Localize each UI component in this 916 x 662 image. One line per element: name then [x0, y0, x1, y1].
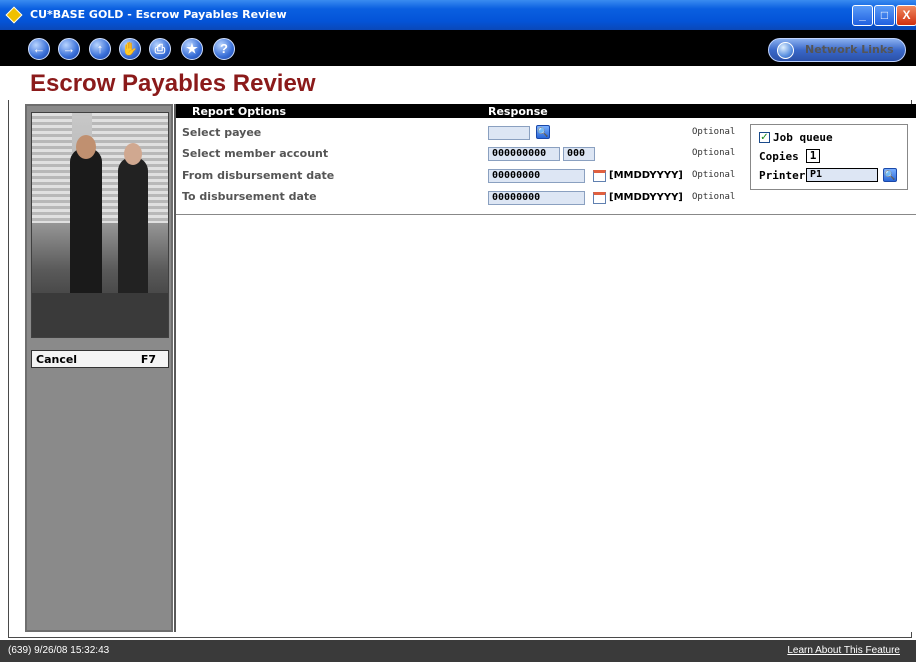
to-date-input[interactable]: 00000000: [488, 191, 585, 205]
favorite-icon[interactable]: ★: [181, 38, 203, 60]
help-icon[interactable]: ?: [213, 38, 235, 60]
from-date-optional: Optional: [692, 170, 736, 180]
page-header: Escrow Payables Review: [0, 66, 916, 102]
status-bar: (639) 9/26/08 15:32:43 Learn About This …: [0, 640, 916, 662]
status-timestamp: (639) 9/26/08 15:32:43: [8, 645, 110, 656]
maximize-button[interactable]: □: [874, 5, 895, 26]
payee-lookup-icon[interactable]: 🔍: [536, 125, 550, 139]
select-payee-label: Select payee: [182, 126, 262, 139]
divider: [176, 214, 916, 215]
response-header: Response: [488, 105, 548, 118]
cancel-label: Cancel: [36, 353, 78, 366]
conference-table: [32, 293, 168, 337]
network-links-label: Network Links: [805, 43, 894, 56]
window-blinds: [32, 113, 72, 223]
forward-icon[interactable]: →: [58, 38, 80, 60]
copies-input[interactable]: 1: [806, 149, 820, 163]
from-date-format: [MMDDYYYY]: [609, 170, 683, 181]
person-head: [124, 143, 142, 165]
to-date-format: [MMDDYYYY]: [609, 192, 683, 203]
payee-optional: Optional: [692, 127, 736, 137]
person-head: [76, 135, 96, 159]
form-header: Report Options Response: [176, 104, 916, 118]
window-title: CU*BASE GOLD - Escrow Payables Review: [30, 8, 287, 21]
page-title: Escrow Payables Review: [30, 70, 316, 97]
person-figure: [118, 157, 148, 297]
main-panel: Report Options Response Select payee 🔍 O…: [174, 104, 916, 632]
job-queue-checkbox[interactable]: ✓: [759, 132, 770, 143]
title-bar: CU*BASE GOLD - Escrow Payables Review _ …: [0, 0, 916, 30]
stop-icon[interactable]: ✋: [119, 38, 141, 60]
toolbar: ← → ↑ ✋ ⎙ ★ ? Network Links: [0, 30, 916, 66]
copies-label: Copies: [759, 150, 799, 163]
select-member-account-label: Select member account: [182, 147, 329, 160]
report-options-header: Report Options: [192, 105, 287, 118]
cancel-button[interactable]: Cancel F7: [31, 350, 169, 368]
job-queue-label: Job queue: [773, 131, 833, 144]
person-figure: [70, 148, 102, 298]
from-date-label: From disbursement date: [182, 169, 335, 182]
member-account-optional: Optional: [692, 148, 736, 158]
printer-input[interactable]: P1: [806, 168, 878, 182]
to-date-optional: Optional: [692, 192, 736, 202]
cancel-key: F7: [140, 353, 156, 366]
up-icon[interactable]: ↑: [89, 38, 111, 60]
calendar-icon[interactable]: [593, 192, 606, 204]
payee-input[interactable]: [488, 126, 530, 140]
app-icon: [5, 6, 23, 24]
member-suffix-input[interactable]: 000: [563, 147, 595, 161]
close-button[interactable]: X: [896, 5, 916, 26]
printer-lookup-icon[interactable]: 🔍: [883, 168, 897, 182]
from-date-input[interactable]: 00000000: [488, 169, 585, 183]
globe-icon: [777, 42, 794, 59]
job-options-box: ✓ Job queue Copies 1 Printer P1 🔍: [750, 124, 908, 190]
sidebar: Cancel F7: [25, 104, 173, 632]
member-account-input[interactable]: 000000000: [488, 147, 560, 161]
learn-about-link[interactable]: Learn About This Feature: [787, 645, 900, 656]
to-date-label: To disbursement date: [182, 190, 317, 203]
back-icon[interactable]: ←: [28, 38, 50, 60]
print-icon[interactable]: ⎙: [149, 38, 171, 60]
printer-label: Printer: [759, 169, 806, 182]
minimize-button[interactable]: _: [852, 5, 873, 26]
network-links-button[interactable]: Network Links: [768, 38, 906, 62]
business-people-photo: [31, 112, 169, 338]
calendar-icon[interactable]: [593, 170, 606, 182]
